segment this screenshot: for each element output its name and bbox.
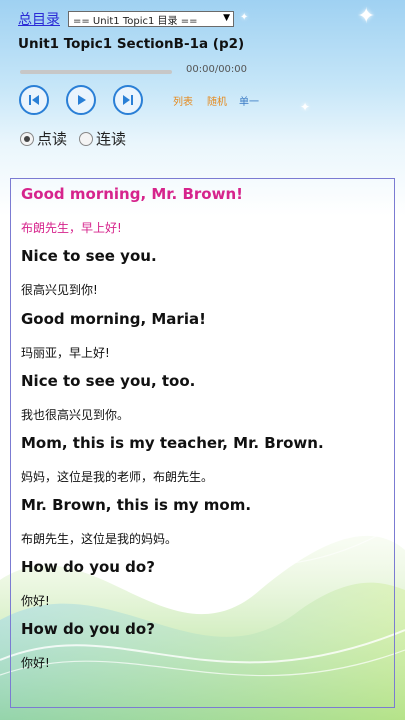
skip-previous-icon	[29, 95, 39, 105]
radio-button[interactable]	[79, 131, 94, 146]
radio-button[interactable]	[20, 131, 34, 146]
radio-point-read[interactable]: 点读	[20, 128, 67, 149]
play-icon	[78, 95, 86, 105]
sparkle-icon: ✦	[300, 100, 311, 114]
toc-link[interactable]: 总目录	[18, 9, 60, 29]
play-button[interactable]	[66, 85, 96, 115]
random-mode-link[interactable]: 随机	[207, 93, 227, 108]
line-chinese[interactable]: 妈妈，这位是我的老师，布朗先生。	[21, 468, 213, 485]
line-chinese[interactable]: 我也很高兴见到你。	[21, 406, 129, 423]
line-chinese[interactable]: 很高兴见到你!	[21, 281, 98, 298]
page-title: Unit1 Topic1 SectionB-1a (p2)	[18, 36, 245, 52]
sparkle-icon: ✦	[240, 12, 249, 23]
line-english[interactable]: How do you do?	[21, 558, 155, 576]
line-english[interactable]: Nice to see you, too.	[21, 372, 195, 390]
line-chinese[interactable]: 布朗先生，早上好!	[21, 219, 122, 236]
dropdown-arrow-icon: ▼	[223, 13, 230, 23]
line-chinese[interactable]: 你好!	[21, 654, 50, 671]
time-display: 00:00/00:00	[186, 64, 248, 75]
line-chinese[interactable]: 玛丽亚，早上好!	[21, 344, 110, 361]
line-english[interactable]: Good morning, Mr. Brown!	[21, 185, 243, 203]
skip-next-icon	[123, 95, 133, 105]
line-chinese[interactable]: 你好!	[21, 592, 50, 609]
line-english[interactable]: Mr. Brown, this is my mom.	[21, 496, 251, 514]
sparkle-icon: ✦	[357, 4, 376, 29]
line-english[interactable]: Mom, this is my teacher, Mr. Brown.	[21, 434, 324, 452]
list-mode-link[interactable]: 列表	[173, 93, 193, 108]
unit-select-value: == Unit1 Topic1 目录 ==	[73, 15, 198, 27]
radio-label: 连读	[96, 130, 127, 148]
line-english[interactable]: How do you do?	[21, 620, 155, 638]
line-chinese[interactable]: 布朗先生，这位是我的妈妈。	[21, 530, 177, 547]
previous-button[interactable]	[19, 85, 49, 115]
next-button[interactable]	[113, 85, 143, 115]
read-mode-group: 点读 连读	[20, 128, 138, 149]
dialogue-panel: Good morning, Mr. Brown! 布朗先生，早上好! Nice …	[10, 178, 395, 708]
top-bar: 总目录 == Unit1 Topic1 目录 == ▼	[18, 9, 234, 29]
radio-continuous-read[interactable]: 连读	[79, 128, 126, 149]
line-english[interactable]: Nice to see you.	[21, 247, 157, 265]
progress-bar[interactable]	[20, 70, 172, 74]
unit-select[interactable]: == Unit1 Topic1 目录 == ▼	[68, 11, 234, 27]
single-mode-link[interactable]: 单一	[239, 93, 259, 108]
line-english[interactable]: Good morning, Maria!	[21, 310, 206, 328]
radio-label: 点读	[37, 130, 68, 148]
